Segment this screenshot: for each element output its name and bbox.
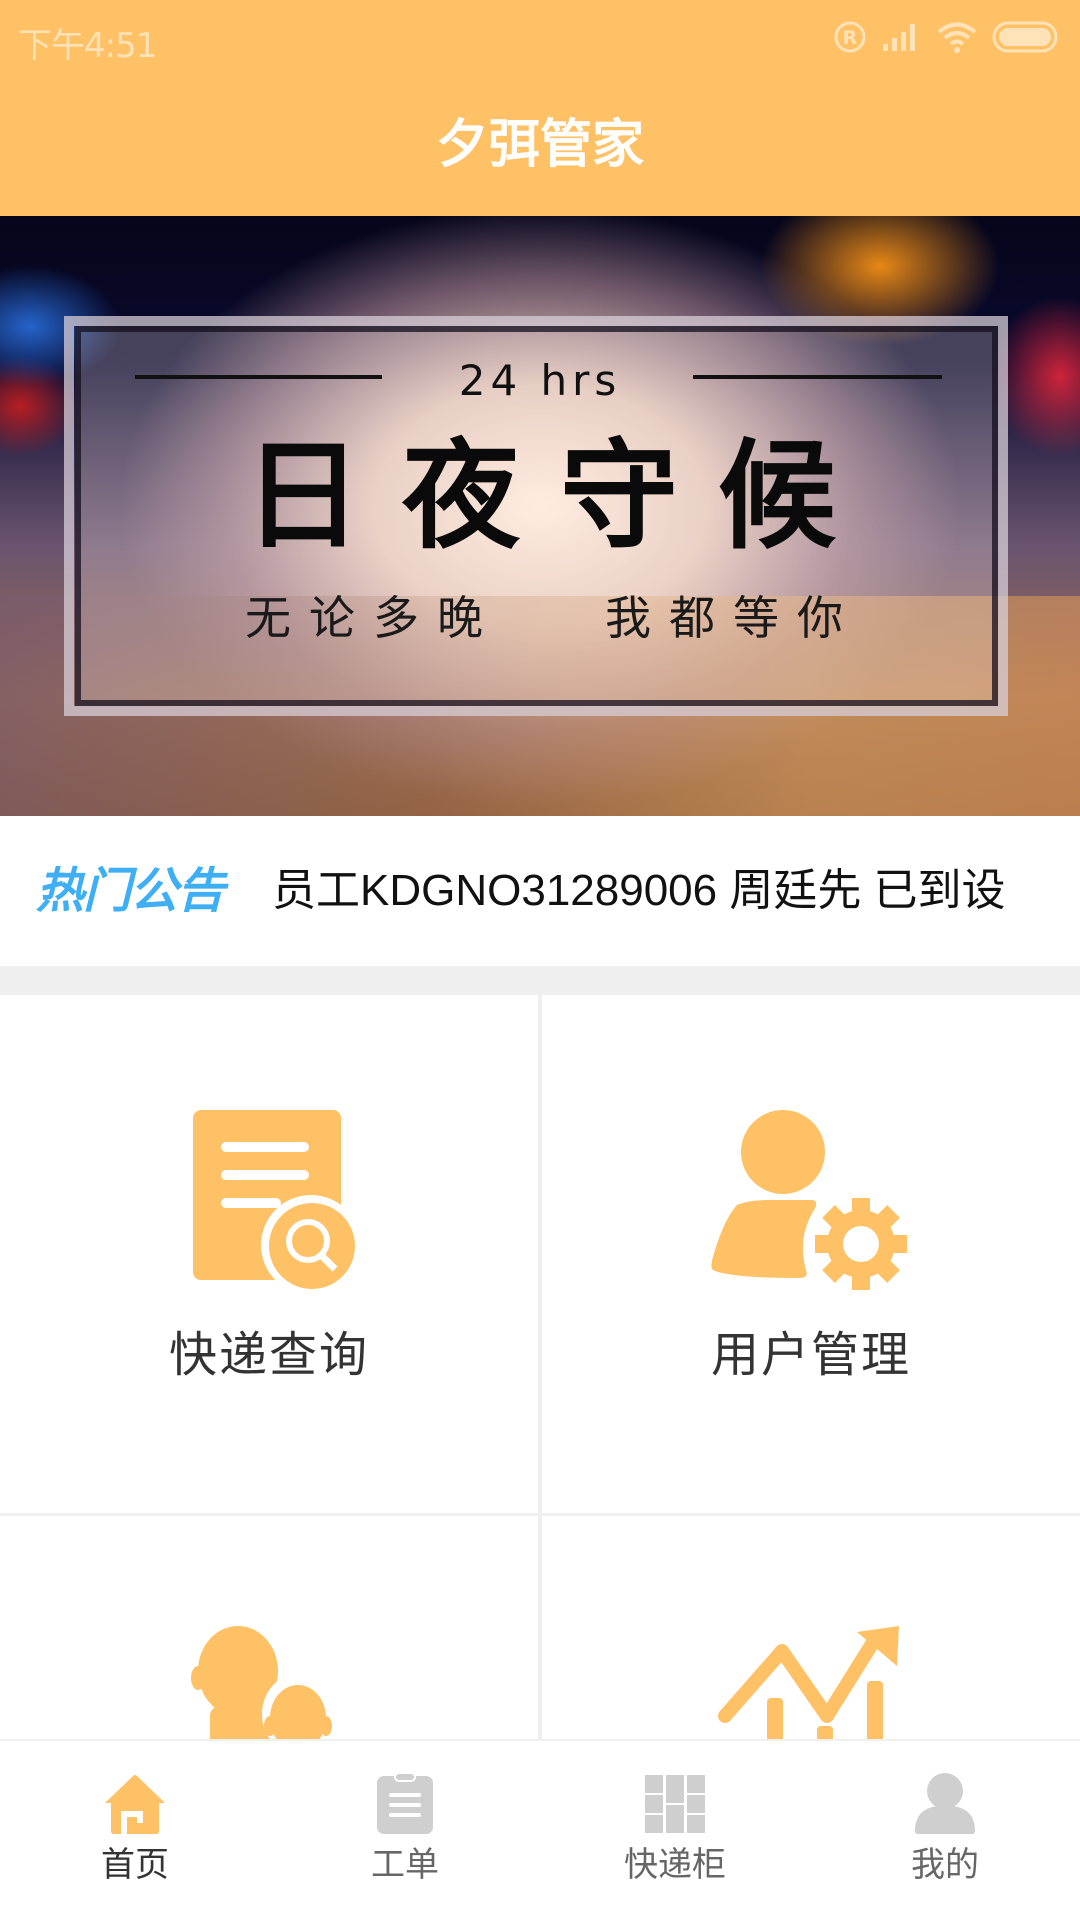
grid-item-label: 快递查询 <box>168 1327 369 1383</box>
banner-line-left <box>135 375 382 379</box>
status-time: 下午4:51 <box>18 26 157 66</box>
banner-line-right <box>693 375 942 379</box>
chart-trend-icon <box>717 1626 917 1740</box>
tab-label: 我的 <box>911 1845 979 1885</box>
home-icon <box>103 1773 167 1835</box>
notice-label: 热门公告 <box>36 863 225 919</box>
notice-marquee[interactable]: 员工KDGNO31289006 周廷先 已到设 <box>272 856 1047 926</box>
svg-text:R: R <box>843 27 858 49</box>
grid-item-express-query[interactable]: 快递查询 <box>0 995 538 1513</box>
notice-bar[interactable]: 热门公告 员工KDGNO31289006 周廷先 已到设 <box>0 816 1080 966</box>
tab-home[interactable]: 首页 <box>0 1741 270 1920</box>
tab-label: 快递柜 <box>624 1845 726 1885</box>
battery-icon <box>992 21 1058 53</box>
signal-icon <box>882 22 922 52</box>
tab-mine[interactable]: 我的 <box>810 1741 1080 1920</box>
banner-title: 日夜守候 <box>243 427 876 565</box>
registered-icon: R <box>832 19 868 55</box>
status-icons: R <box>832 20 1058 54</box>
grid-item-label: 用户管理 <box>710 1327 911 1383</box>
app-title: 夕弭管家 <box>435 115 644 175</box>
locker-grid-icon <box>643 1773 707 1835</box>
clipboard-icon <box>373 1772 437 1835</box>
user-gear-icon <box>709 1110 909 1300</box>
grid-item-user-management[interactable]: 用户管理 <box>542 995 1080 1513</box>
tab-locker[interactable]: 快递柜 <box>540 1741 810 1920</box>
people-icon <box>190 1626 390 1740</box>
tab-work-order[interactable]: 工单 <box>270 1741 540 1920</box>
section-divider <box>0 966 1080 995</box>
wifi-icon <box>936 21 978 53</box>
banner-subtitle-right: 我都等你 <box>605 591 861 645</box>
grid-item-statistics[interactable] <box>542 1516 1080 1740</box>
feature-grid: 快递查询 用户管理 <box>0 995 1080 1740</box>
banner-subtitle-left: 无论多晚 <box>245 591 501 645</box>
app-header: 下午4:51 R 夕弭管家 <box>0 0 1080 216</box>
notice-text: 员工KDGNO31289006 周廷先 已到设 <box>272 866 1006 915</box>
bottom-tab-bar: 首页 工单 快递柜 我的 <box>0 1739 1080 1920</box>
banner-hrs: 24 hrs <box>458 356 622 405</box>
tab-label: 首页 <box>101 1845 169 1885</box>
tab-label: 工单 <box>371 1845 439 1885</box>
promo-banner[interactable]: 24 hrs 日夜守候 无论多晚 我都等你 <box>0 216 1080 816</box>
document-search-icon <box>169 1110 369 1300</box>
grid-item-people[interactable] <box>0 1516 538 1740</box>
person-icon <box>913 1773 977 1835</box>
